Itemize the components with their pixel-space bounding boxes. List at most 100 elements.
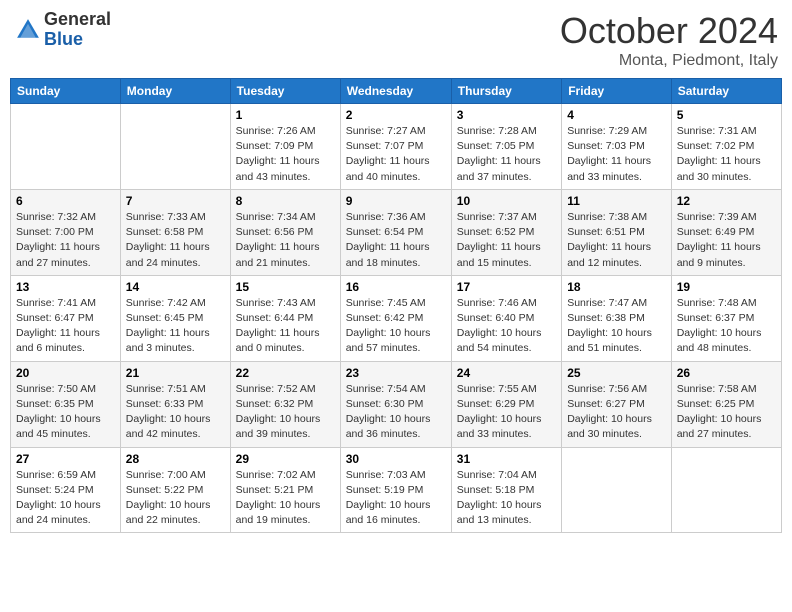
calendar-week-row: 6 Sunrise: 7:32 AMSunset: 7:00 PMDaylight… [11, 189, 782, 275]
calendar-day-cell: 2 Sunrise: 7:27 AMSunset: 7:07 PMDaylight… [340, 104, 451, 190]
day-number: 20 [16, 366, 115, 380]
weekday-header: Thursday [451, 79, 561, 104]
day-info: Sunrise: 7:54 AMSunset: 6:30 PMDaylight:… [346, 382, 446, 443]
calendar-day-cell: 14 Sunrise: 7:42 AMSunset: 6:45 PMDayligh… [120, 275, 230, 361]
day-info: Sunrise: 7:51 AMSunset: 6:33 PMDaylight:… [126, 382, 225, 443]
day-info: Sunrise: 7:04 AMSunset: 5:18 PMDaylight:… [457, 468, 556, 529]
day-number: 22 [236, 366, 335, 380]
day-info: Sunrise: 7:42 AMSunset: 6:45 PMDaylight:… [126, 296, 225, 357]
calendar-day-cell: 17Sunrise: 7:46 AMSunset: 6:40 PMDayligh… [451, 275, 561, 361]
day-info: Sunrise: 7:37 AMSunset: 6:52 PMDaylight:… [457, 210, 556, 271]
day-info: Sunrise: 7:46 AMSunset: 6:40 PMDaylight:… [457, 296, 556, 357]
day-number: 31 [457, 452, 556, 466]
day-number: 11 [567, 194, 666, 208]
calendar-day-cell: 30 Sunrise: 7:03 AMSunset: 5:19 PMDayligh… [340, 447, 451, 533]
day-number: 21 [126, 366, 225, 380]
day-number: 8 [236, 194, 335, 208]
day-number: 24 [457, 366, 556, 380]
weekday-header: Friday [562, 79, 672, 104]
weekday-header: Wednesday [340, 79, 451, 104]
weekday-header: Monday [120, 79, 230, 104]
calendar-day-cell: 11 Sunrise: 7:38 AMSunset: 6:51 PMDayligh… [562, 189, 672, 275]
day-info: Sunrise: 7:34 AMSunset: 6:56 PMDaylight:… [236, 210, 335, 271]
calendar-day-cell: 6 Sunrise: 7:32 AMSunset: 7:00 PMDaylight… [11, 189, 121, 275]
day-number: 28 [126, 452, 225, 466]
day-number: 4 [567, 108, 666, 122]
logo-icon [14, 16, 42, 44]
calendar-header-row: SundayMondayTuesdayWednesdayThursdayFrid… [11, 79, 782, 104]
calendar-day-cell: 28 Sunrise: 7:00 AMSunset: 5:22 PMDayligh… [120, 447, 230, 533]
calendar-day-cell: 16 Sunrise: 7:45 AMSunset: 6:42 PMDayligh… [340, 275, 451, 361]
day-info: Sunrise: 7:41 AMSunset: 6:47 PMDaylight:… [16, 296, 115, 357]
calendar-day-cell: 23 Sunrise: 7:54 AMSunset: 6:30 PMDayligh… [340, 361, 451, 447]
day-info: Sunrise: 6:59 AMSunset: 5:24 PMDaylight:… [16, 468, 115, 529]
day-number: 2 [346, 108, 446, 122]
day-info: Sunrise: 7:29 AMSunset: 7:03 PMDaylight:… [567, 124, 666, 185]
day-info: Sunrise: 7:32 AMSunset: 7:00 PMDaylight:… [16, 210, 115, 271]
day-info: Sunrise: 7:02 AMSunset: 5:21 PMDaylight:… [236, 468, 335, 529]
calendar-day-cell: 10 Sunrise: 7:37 AMSunset: 6:52 PMDayligh… [451, 189, 561, 275]
logo: General Blue [14, 10, 111, 50]
day-info: Sunrise: 7:00 AMSunset: 5:22 PMDaylight:… [126, 468, 225, 529]
day-number: 6 [16, 194, 115, 208]
day-number: 29 [236, 452, 335, 466]
day-number: 25 [567, 366, 666, 380]
calendar-day-cell: 13 Sunrise: 7:41 AMSunset: 6:47 PMDayligh… [11, 275, 121, 361]
day-info: Sunrise: 7:58 AMSunset: 6:25 PMDaylight:… [677, 382, 776, 443]
day-info: Sunrise: 7:43 AMSunset: 6:44 PMDaylight:… [236, 296, 335, 357]
day-info: Sunrise: 7:56 AMSunset: 6:27 PMDaylight:… [567, 382, 666, 443]
day-info: Sunrise: 7:38 AMSunset: 6:51 PMDaylight:… [567, 210, 666, 271]
day-number: 13 [16, 280, 115, 294]
calendar-day-cell: 4 Sunrise: 7:29 AMSunset: 7:03 PMDaylight… [562, 104, 672, 190]
calendar-day-cell: 31 Sunrise: 7:04 AMSunset: 5:18 PMDayligh… [451, 447, 561, 533]
calendar-day-cell: 29 Sunrise: 7:02 AMSunset: 5:21 PMDayligh… [230, 447, 340, 533]
day-number: 16 [346, 280, 446, 294]
day-info: Sunrise: 7:50 AMSunset: 6:35 PMDaylight:… [16, 382, 115, 443]
day-number: 30 [346, 452, 446, 466]
calendar-day-cell: 8 Sunrise: 7:34 AMSunset: 6:56 PMDaylight… [230, 189, 340, 275]
day-info: Sunrise: 7:55 AMSunset: 6:29 PMDaylight:… [457, 382, 556, 443]
calendar-day-cell: 22 Sunrise: 7:52 AMSunset: 6:32 PMDayligh… [230, 361, 340, 447]
day-number: 15 [236, 280, 335, 294]
location-title: Monta, Piedmont, Italy [560, 52, 778, 70]
calendar-day-cell: 12 Sunrise: 7:39 AMSunset: 6:49 PMDayligh… [671, 189, 781, 275]
day-info: Sunrise: 7:03 AMSunset: 5:19 PMDaylight:… [346, 468, 446, 529]
day-number: 7 [126, 194, 225, 208]
calendar-day-cell: 21 Sunrise: 7:51 AMSunset: 6:33 PMDayligh… [120, 361, 230, 447]
calendar-day-cell: 15 Sunrise: 7:43 AMSunset: 6:44 PMDayligh… [230, 275, 340, 361]
day-info: Sunrise: 7:39 AMSunset: 6:49 PMDaylight:… [677, 210, 776, 271]
calendar-day-cell: 9Sunrise: 7:36 AMSunset: 6:54 PMDaylight… [340, 189, 451, 275]
weekday-header: Tuesday [230, 79, 340, 104]
calendar-day-cell: 7 Sunrise: 7:33 AMSunset: 6:58 PMDaylight… [120, 189, 230, 275]
day-info: Sunrise: 7:28 AMSunset: 7:05 PMDaylight:… [457, 124, 556, 185]
calendar-week-row: 13 Sunrise: 7:41 AMSunset: 6:47 PMDayligh… [11, 275, 782, 361]
calendar-day-cell [11, 104, 121, 190]
day-info: Sunrise: 7:36 AMSunset: 6:54 PMDaylight:… [346, 210, 446, 271]
day-number: 19 [677, 280, 776, 294]
day-number: 14 [126, 280, 225, 294]
day-number: 5 [677, 108, 776, 122]
day-info: Sunrise: 7:45 AMSunset: 6:42 PMDaylight:… [346, 296, 446, 357]
day-info: Sunrise: 7:47 AMSunset: 6:38 PMDaylight:… [567, 296, 666, 357]
logo-blue-text: Blue [44, 29, 83, 49]
day-number: 1 [236, 108, 335, 122]
weekday-header: Saturday [671, 79, 781, 104]
calendar-day-cell [120, 104, 230, 190]
day-info: Sunrise: 7:26 AMSunset: 7:09 PMDaylight:… [236, 124, 335, 185]
day-info: Sunrise: 7:27 AMSunset: 7:07 PMDaylight:… [346, 124, 446, 185]
day-info: Sunrise: 7:52 AMSunset: 6:32 PMDaylight:… [236, 382, 335, 443]
calendar-day-cell: 5Sunrise: 7:31 AMSunset: 7:02 PMDaylight… [671, 104, 781, 190]
calendar-day-cell: 3Sunrise: 7:28 AMSunset: 7:05 PMDaylight… [451, 104, 561, 190]
day-info: Sunrise: 7:48 AMSunset: 6:37 PMDaylight:… [677, 296, 776, 357]
calendar-day-cell: 27Sunrise: 6:59 AMSunset: 5:24 PMDayligh… [11, 447, 121, 533]
day-number: 26 [677, 366, 776, 380]
logo-general-text: General [44, 9, 111, 29]
calendar-day-cell: 24 Sunrise: 7:55 AMSunset: 6:29 PMDayligh… [451, 361, 561, 447]
day-info: Sunrise: 7:33 AMSunset: 6:58 PMDaylight:… [126, 210, 225, 271]
day-number: 10 [457, 194, 556, 208]
page-header: General Blue October 2024 Monta, Piedmon… [10, 10, 782, 70]
day-number: 18 [567, 280, 666, 294]
calendar-day-cell: 26 Sunrise: 7:58 AMSunset: 6:25 PMDayligh… [671, 361, 781, 447]
day-number: 23 [346, 366, 446, 380]
day-number: 12 [677, 194, 776, 208]
